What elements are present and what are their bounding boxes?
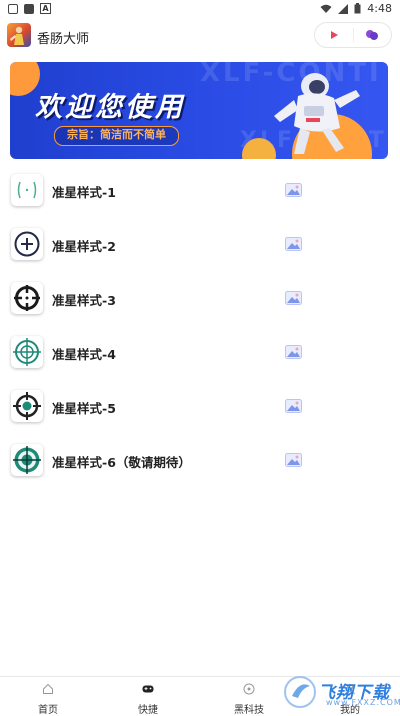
list-item-label: 准星样式-5 [52,401,116,416]
tab-shortcuts[interactable]: 快捷 [118,683,178,716]
app-logo-icon [7,23,31,47]
notification-icon-2 [24,3,34,14]
tab-shortcuts-label: 快捷 [138,705,158,716]
list-item-label: 准星样式-3 [52,293,116,308]
image-icon[interactable] [285,183,302,197]
share-button[interactable] [315,23,353,47]
image-icon[interactable] [285,237,302,251]
gamepad-icon [142,685,154,693]
tab-home[interactable]: 首页 [18,683,78,716]
banner-headline: 欢迎您使用 [35,92,185,123]
crosshair-4-icon [13,338,41,366]
accessibility-icon: A [40,3,51,14]
app-header: 香肠大师 [0,18,400,58]
wifi-icon [320,4,332,13]
notification-icon [8,3,18,14]
image-icon[interactable] [285,399,302,413]
status-left: A [8,3,51,14]
welcome-banner[interactable]: XLF-CONTI XLF-CONTI 欢迎您使用 宗旨：简洁而不简单 [10,62,388,159]
crosshair-thumbnail [11,174,43,206]
list-item[interactable]: 准星样式-2 [0,220,400,274]
status-bar: A 4:48 [0,0,400,18]
play-icon [330,31,338,39]
crosshair-5-icon [13,392,41,420]
list-item-label: 准星样式-4 [52,347,116,362]
image-icon[interactable] [285,453,302,467]
close-button[interactable] [354,23,392,47]
crosshair-thumbnail [11,282,43,314]
list-item-label: 准星样式-2 [52,239,116,254]
tab-black-tech[interactable]: 黑科技 [219,683,279,716]
mini-program-capsule [314,22,392,48]
list-item[interactable]: 准星样式-1 [0,166,400,220]
signal-icon [338,3,349,14]
watermark-url: www.FXXZ.COM [326,698,400,707]
image-icon[interactable] [285,291,302,305]
list-item[interactable]: 准星样式-6（敬请期待） [0,436,400,490]
crosshair-1-icon [17,181,37,199]
crosshair-6-icon [13,446,41,474]
battery-icon [354,3,361,14]
tab-black-tech-label: 黑科技 [234,705,264,716]
target-icon [243,683,255,695]
image-icon[interactable] [285,345,302,359]
status-time: 4:48 [367,2,392,15]
tab-home-label: 首页 [38,705,58,716]
crosshair-thumbnail [11,228,43,260]
home-icon [43,683,53,694]
crosshair-thumbnail [11,336,43,368]
list-item-label: 准星样式-1 [52,185,116,200]
banner-subtitle: 宗旨：简洁而不简单 [54,126,179,146]
app-title: 香肠大师 [37,32,90,47]
list-item[interactable]: 准星样式-4 [0,328,400,382]
list-item[interactable]: 准星样式-3 [0,274,400,328]
status-right: 4:48 [320,2,392,15]
dual-circle-icon [366,30,379,40]
crosshair-3-icon [14,285,40,311]
list-item[interactable]: 准星样式-5 [0,382,400,436]
astronaut-illustration [274,73,360,154]
list-item-label: 准星样式-6（敬请期待） [52,455,191,470]
crosshair-thumbnail [11,390,43,422]
crosshair-2-icon [14,231,40,257]
crosshair-thumbnail [11,444,43,476]
